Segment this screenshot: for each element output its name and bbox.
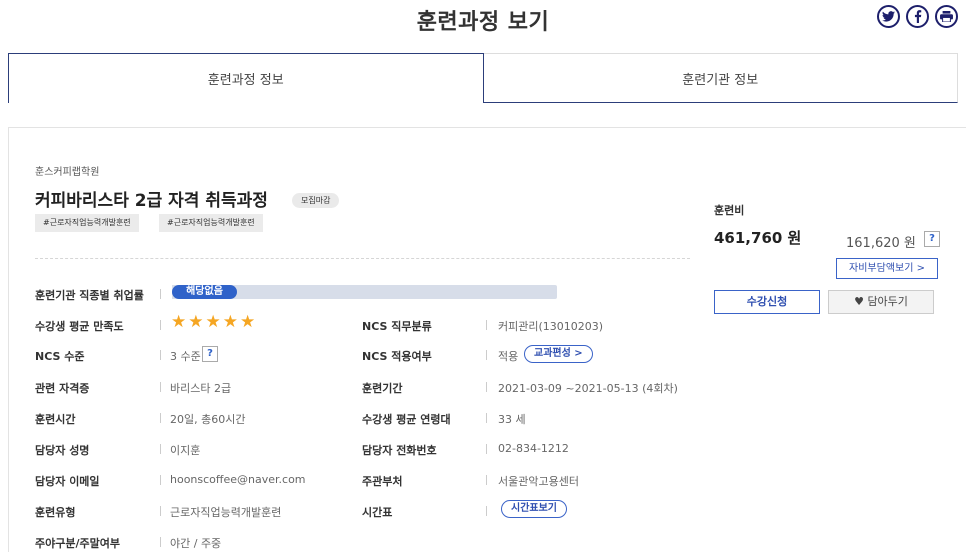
manager-label: 담당자 성명: [35, 444, 90, 457]
help-icon[interactable]: ?: [202, 346, 218, 362]
hours-label: 훈련시간: [35, 413, 76, 426]
course-title: 커피바리스타 2급 자격 취득과정: [35, 191, 268, 211]
email-label: 담당자 이메일: [35, 475, 100, 488]
ncs-apply-value: 적용: [498, 350, 519, 363]
certificate-label: 관련 자격증: [35, 382, 90, 395]
certificate-value: 바리스타 2급: [170, 382, 232, 395]
ncs-job-label: NCS 직무분류: [362, 320, 432, 333]
star-icon: ★: [188, 312, 204, 332]
divider: [160, 537, 161, 547]
tab-course-info[interactable]: 훈련과정 정보: [8, 53, 484, 103]
star-icon: ★: [171, 312, 187, 332]
divider: [486, 444, 487, 454]
satisfaction-label: 수강생 평균 만족도: [35, 320, 124, 333]
self-pay-button[interactable]: 자비부담액보기 >: [836, 258, 938, 279]
age-label: 수강생 평균 연령대: [362, 413, 451, 426]
divider: [160, 289, 161, 299]
star-icon: ★: [240, 312, 256, 332]
employment-rate-label: 훈련기관 직종별 취업률: [35, 289, 144, 302]
print-icon[interactable]: [935, 5, 958, 28]
employment-rate-value: 해당없음: [172, 285, 237, 299]
page-title: 훈련과정 보기: [416, 10, 550, 35]
divider: [486, 382, 487, 392]
satisfaction-rating: ★ ★ ★ ★ ★: [171, 314, 255, 331]
day-night-label: 주야구분/주말여부: [35, 537, 120, 550]
apply-button[interactable]: 수강신청: [714, 290, 820, 314]
tab-bar: 훈련과정 정보 훈련기관 정보: [8, 53, 958, 103]
heart-icon: ♥: [854, 295, 864, 308]
hours-value: 20일, 총60시간: [170, 413, 246, 426]
facebook-icon[interactable]: [906, 5, 929, 28]
divider: [160, 350, 161, 360]
department-value: 서울관악고용센터: [498, 475, 579, 488]
phone-label: 담당자 전화번호: [362, 444, 437, 457]
star-icon: ★: [222, 312, 238, 332]
timetable-button[interactable]: 시간표보기: [501, 500, 567, 518]
fee-total: 461,760 원: [714, 229, 802, 247]
divider: [35, 258, 690, 259]
star-icon: ★: [205, 312, 221, 332]
fee-title: 훈련비: [714, 204, 745, 217]
ncs-level-label: NCS 수준: [35, 350, 85, 363]
training-type-value: 근로자직업능력개발훈련: [170, 506, 282, 519]
phone-value: 02-834-1212: [498, 442, 569, 455]
age-value: 33 세: [498, 413, 526, 426]
period-label: 훈련기간: [362, 382, 403, 395]
twitter-icon[interactable]: [877, 5, 900, 28]
ncs-apply-label: NCS 적용여부: [362, 350, 432, 363]
wishlist-label: 담아두기: [867, 295, 908, 308]
fee-self-pay: 161,620 원: [846, 236, 916, 251]
training-type-label: 훈련유형: [35, 506, 76, 519]
department-label: 주관부처: [362, 475, 403, 488]
course-tag[interactable]: #근로자직업능력개발훈련: [35, 214, 139, 232]
ncs-level-value: 3 수준: [170, 350, 201, 363]
divider: [160, 320, 161, 330]
course-tag[interactable]: #근로자직업능력개발훈련: [159, 214, 263, 232]
divider: [160, 444, 161, 454]
divider: [160, 382, 161, 392]
status-badge: 모집마감: [292, 193, 340, 208]
timetable-label: 시간표: [362, 506, 393, 519]
divider: [486, 413, 487, 423]
day-night-value: 야간 / 주중: [170, 537, 222, 550]
tab-institution-info[interactable]: 훈련기관 정보: [483, 53, 958, 103]
email-value[interactable]: hoonscoffee@naver.com: [170, 473, 306, 486]
divider: [160, 475, 161, 485]
institution-name: 훈스커피랩학원: [35, 167, 100, 178]
divider: [486, 320, 487, 330]
manager-value: 이지훈: [170, 444, 201, 457]
divider: [486, 506, 487, 516]
divider: [160, 413, 161, 423]
ncs-job-value: 커피관리(13010203): [498, 320, 604, 333]
divider: [160, 506, 161, 516]
period-value: 2021-03-09 ~2021-05-13 (4회차): [498, 382, 678, 395]
wishlist-button[interactable]: ♥ 담아두기: [828, 290, 934, 314]
curriculum-button[interactable]: 교과편성 >: [524, 345, 593, 363]
help-icon[interactable]: ?: [924, 231, 940, 247]
divider: [486, 350, 487, 360]
share-bar: [877, 5, 958, 28]
divider: [486, 475, 487, 485]
